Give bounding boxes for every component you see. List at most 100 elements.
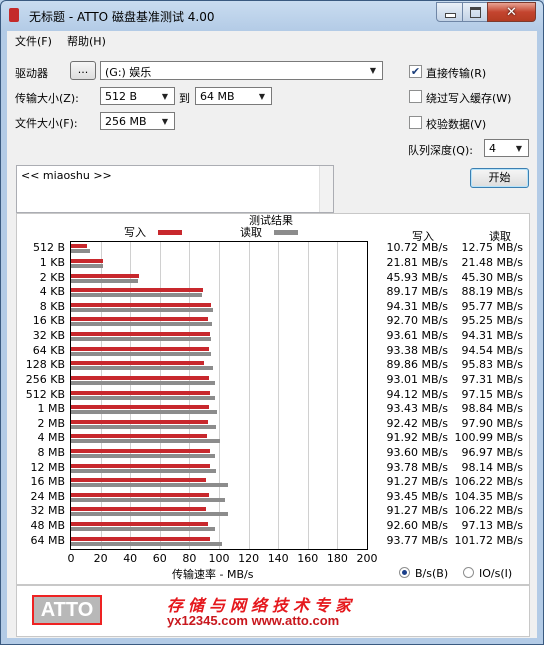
- verify-data-checkbox[interactable]: [409, 116, 422, 129]
- write-value: 93.60 MB/s: [386, 445, 448, 459]
- write-value: 93.43 MB/s: [386, 402, 448, 416]
- bar-chart-plot: [70, 241, 368, 550]
- write-value: 89.17 MB/s: [386, 285, 448, 299]
- category-label: 256 KB: [25, 372, 65, 386]
- x-tick-label: 200: [356, 552, 378, 565]
- write-value: 93.61 MB/s: [386, 329, 448, 343]
- app-window: 无标题 - ATTO 磁盘基准测试 4.00 ✕ 文件(F) 帮助(H) 驱动器…: [0, 0, 544, 645]
- legend-write-label: 写入: [124, 226, 146, 239]
- unit-io-radio[interactable]: [463, 567, 474, 578]
- queue-depth-select[interactable]: 4 ▼: [484, 139, 529, 157]
- read-bar: [71, 483, 229, 488]
- write-value: 91.27 MB/s: [386, 504, 448, 518]
- write-bar: [71, 463, 210, 468]
- file-size-value: 256 MB: [105, 115, 147, 128]
- read-bar: [71, 541, 222, 546]
- category-label: 16 MB: [30, 475, 65, 489]
- read-bar: [71, 439, 221, 444]
- x-tick-label: 20: [93, 552, 108, 565]
- category-label: 128 KB: [25, 358, 65, 372]
- menu-help[interactable]: 帮助(H): [67, 33, 106, 49]
- grid-line: [307, 242, 309, 549]
- atto-url: www.atto.com: [251, 613, 340, 628]
- category-label: 24 MB: [30, 489, 65, 503]
- read-value: 106.22 MB/s: [454, 475, 523, 489]
- chevron-down-icon: ▼: [258, 91, 266, 101]
- x-tick-label: 100: [208, 552, 230, 565]
- direct-io-checkbox[interactable]: ✔: [409, 65, 422, 78]
- write-value: 94.12 MB/s: [386, 387, 448, 401]
- start-button[interactable]: 开始: [470, 168, 529, 188]
- x-axis-ticks: 0 20 40 60 80 100 120 140 160 180 200: [17, 552, 397, 566]
- read-bar: [71, 322, 212, 327]
- direct-io-label: 直接传输(R): [426, 67, 487, 80]
- category-label: 512 B: [32, 241, 65, 255]
- grid-line: [219, 242, 220, 549]
- grid-line: [248, 242, 250, 549]
- write-value: 94.31 MB/s: [386, 299, 448, 313]
- read-value: 95.25 MB/s: [461, 314, 523, 328]
- file-size-label: 文件大小(F):: [15, 117, 78, 130]
- menu-file[interactable]: 文件(F): [15, 33, 52, 49]
- drive-select[interactable]: (G:) 娱乐 ▼: [100, 61, 383, 80]
- bypass-cache-checkbox[interactable]: [409, 90, 422, 103]
- x-tick-label: 60: [152, 552, 167, 565]
- window-title: 无标题 - ATTO 磁盘基准测试 4.00: [29, 10, 215, 24]
- maximize-button[interactable]: [462, 2, 489, 22]
- category-label: 4 MB: [37, 431, 65, 445]
- category-label: 512 KB: [25, 387, 65, 401]
- write-bar: [71, 536, 210, 541]
- grid-line: [337, 242, 339, 549]
- write-bar: [71, 405, 210, 410]
- read-bar: [71, 380, 216, 385]
- x-tick-label: 140: [267, 552, 289, 565]
- transfer-to-value: 64 MB: [200, 90, 235, 103]
- atto-banner[interactable]: ATTO 存储与网络技术专家 yx12345.com www.atto.com: [16, 585, 530, 637]
- x-tick-label: 40: [123, 552, 138, 565]
- read-value: 94.31 MB/s: [461, 329, 523, 343]
- category-label: 1 KB: [39, 255, 65, 269]
- browse-button[interactable]: ...: [70, 61, 96, 80]
- grid-line: [278, 242, 280, 549]
- read-bar: [71, 278, 139, 283]
- read-value: 21.48 MB/s: [461, 255, 523, 269]
- write-value: 93.77 MB/s: [386, 533, 448, 547]
- close-icon: ✕: [506, 4, 517, 20]
- checkmark-icon: ✔: [410, 65, 421, 78]
- read-bar: [71, 307, 213, 312]
- write-value: 92.60 MB/s: [386, 519, 448, 533]
- write-value: 93.38 MB/s: [386, 343, 448, 357]
- read-bar: [71, 410, 218, 415]
- category-labels: 512 B1 KB 2 KB 4 KB 8 KB 16 KB 32 KB 64 KB 128 …: [17, 241, 65, 550]
- legend-read-label: 读取: [240, 226, 262, 239]
- file-size-select[interactable]: 256 MB ▼: [100, 112, 175, 130]
- write-bar: [71, 244, 87, 249]
- category-label: 2 KB: [39, 270, 65, 284]
- read-bar: [71, 512, 229, 517]
- title-bar[interactable]: 无标题 - ATTO 磁盘基准测试 4.00 ✕: [1, 1, 543, 29]
- category-label: 64 KB: [32, 343, 65, 357]
- category-label: 48 MB: [30, 519, 65, 533]
- x-tick-label: 120: [238, 552, 260, 565]
- description-textarea[interactable]: << miaoshu >>: [16, 165, 334, 213]
- transfer-to-select[interactable]: 64 MB ▼: [195, 87, 272, 105]
- category-label: 16 KB: [32, 314, 65, 328]
- minimize-button[interactable]: [436, 2, 464, 22]
- bypass-cache-label: 绕过写入缓存(W): [426, 92, 512, 105]
- read-bar: [71, 351, 211, 356]
- transfer-from-select[interactable]: 512 B ▼: [100, 87, 175, 105]
- write-bar: [71, 522, 209, 527]
- maximize-icon: [470, 6, 481, 18]
- textarea-scrollbar[interactable]: [319, 166, 333, 212]
- write-value: 93.78 MB/s: [386, 460, 448, 474]
- x-tick-label: 80: [182, 552, 197, 565]
- category-label: 8 MB: [37, 445, 65, 459]
- x-axis-label: 传输速率 - MB/s: [172, 568, 254, 581]
- legend-read-swatch: [274, 230, 298, 235]
- read-bar: [71, 424, 216, 429]
- read-bar: [71, 527, 215, 532]
- unit-bs-radio[interactable]: [399, 567, 410, 578]
- read-bar: [71, 337, 211, 342]
- close-button[interactable]: ✕: [487, 2, 536, 22]
- transfer-from-value: 512 B: [105, 90, 138, 103]
